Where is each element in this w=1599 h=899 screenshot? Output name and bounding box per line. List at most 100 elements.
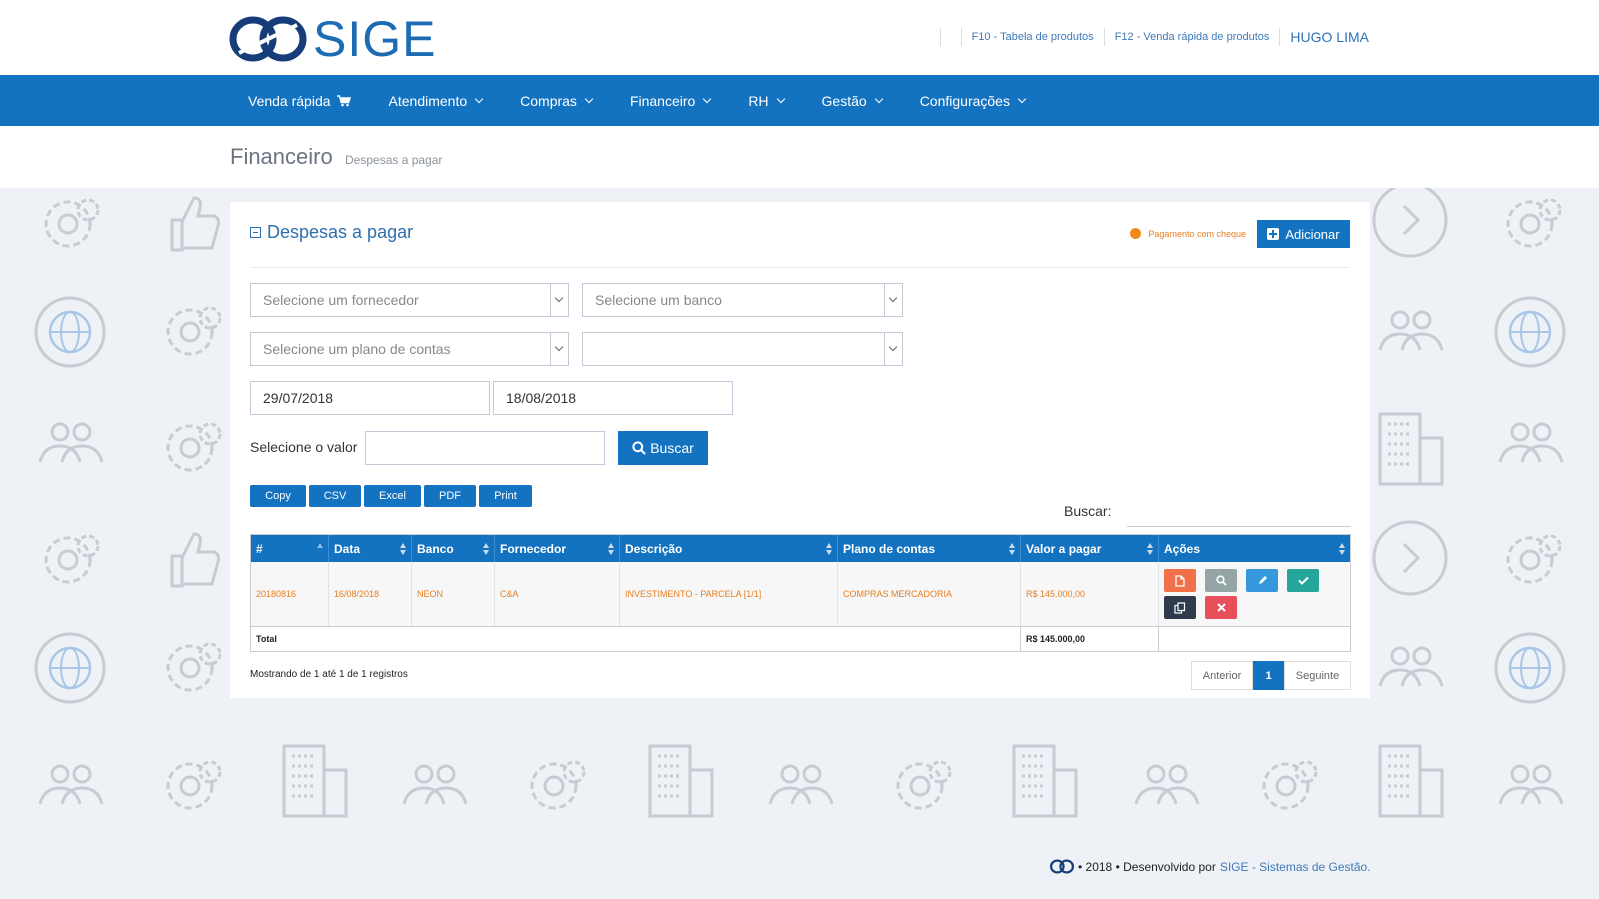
plano-placeholder: Selecione um plano de contas bbox=[263, 341, 451, 357]
panel-header: Despesas a pagar Pagamento com cheque Ad… bbox=[250, 220, 1350, 268]
chevron-down-icon bbox=[884, 333, 902, 365]
plus-icon bbox=[1267, 228, 1280, 240]
nav-venda-rapida[interactable]: Venda rápida bbox=[248, 93, 351, 109]
collapse-icon[interactable] bbox=[250, 227, 261, 238]
cell-valor: R$ 145.000,00 bbox=[1021, 562, 1159, 626]
table-total-row: Total R$ 145.000,00 bbox=[251, 627, 1350, 651]
nav-label: RH bbox=[748, 92, 769, 109]
logo-small-icon bbox=[1049, 859, 1075, 874]
fornecedor-select[interactable]: Selecione um fornecedor bbox=[250, 283, 569, 317]
sort-icon bbox=[826, 543, 833, 555]
edit-button[interactable] bbox=[1246, 569, 1278, 592]
total-empty bbox=[1159, 627, 1350, 651]
col-acoes[interactable]: Ações bbox=[1159, 535, 1350, 562]
sort-asc-icon bbox=[317, 543, 324, 555]
top-header: SIGE F10 - Tabela de produtos F12 - Vend… bbox=[0, 0, 1599, 75]
next-page-button[interactable]: Seguinte bbox=[1284, 661, 1351, 690]
date-from-input[interactable]: 29/07/2018 bbox=[250, 381, 490, 415]
print-button[interactable]: Print bbox=[479, 485, 532, 507]
add-button[interactable]: Adicionar bbox=[1257, 220, 1350, 248]
nav-configuracoes[interactable]: Configurações bbox=[919, 92, 1027, 109]
col-plano[interactable]: Plano de contas bbox=[838, 535, 1021, 562]
col-label: # bbox=[256, 541, 263, 556]
chevron-down-icon bbox=[874, 94, 883, 103]
banco-select[interactable]: Selecione um banco bbox=[582, 283, 903, 317]
chevron-down-icon bbox=[884, 284, 902, 316]
close-icon bbox=[1216, 603, 1226, 612]
main-navbar: Venda rápida Atendimento Compras Finance… bbox=[0, 75, 1599, 126]
cell-acoes bbox=[1159, 562, 1350, 626]
pdf-button[interactable]: PDF bbox=[424, 485, 476, 507]
table-search-label: Buscar: bbox=[1064, 503, 1112, 519]
chevron-down-icon bbox=[550, 284, 568, 316]
sige-logo[interactable]: SIGE bbox=[229, 14, 436, 64]
user-menu[interactable]: HUGO LIMA bbox=[1290, 29, 1369, 45]
chevron-down-icon bbox=[1017, 94, 1027, 103]
divider bbox=[960, 28, 962, 46]
cell-descricao: INVESTIMENTO - PARCELA [1/1] bbox=[620, 562, 838, 626]
prev-page-button[interactable]: Anterior bbox=[1191, 661, 1253, 690]
nav-label: Venda rápida bbox=[248, 92, 331, 109]
nav-atendimento[interactable]: Atendimento bbox=[389, 93, 484, 109]
f10-link[interactable]: F10 - Tabela de produtos bbox=[972, 31, 1094, 43]
col-label: Plano de contas bbox=[843, 541, 936, 556]
sort-icon bbox=[1147, 543, 1154, 555]
col-fornecedor[interactable]: Fornecedor bbox=[495, 535, 620, 562]
legend-label: Pagamento com cheque bbox=[1148, 228, 1246, 239]
confirm-payment-button[interactable] bbox=[1287, 569, 1319, 592]
page-subtitle: Despesas a pagar bbox=[345, 153, 443, 167]
view-button[interactable] bbox=[1205, 569, 1237, 592]
valor-label: Selecione o valor bbox=[250, 439, 358, 455]
col-data[interactable]: Data bbox=[329, 535, 412, 562]
col-label: Banco bbox=[417, 541, 454, 556]
document-button[interactable] bbox=[1164, 569, 1196, 592]
panel-title[interactable]: Despesas a pagar bbox=[250, 222, 413, 243]
logo-text: SIGE bbox=[313, 11, 437, 67]
footer-link[interactable]: SIGE - Sistemas de Gestão. bbox=[1220, 860, 1371, 874]
copy-icon bbox=[1174, 601, 1186, 614]
f12-link[interactable]: F12 - Venda rápida de produtos bbox=[1115, 31, 1270, 43]
nav-compras[interactable]: Compras bbox=[520, 93, 594, 109]
nav-label: Financeiro bbox=[629, 92, 696, 109]
nav-financeiro[interactable]: Financeiro bbox=[629, 92, 712, 109]
magnifier-icon bbox=[1215, 575, 1227, 586]
col-label: Data bbox=[334, 541, 361, 556]
copy-button[interactable]: Copy bbox=[250, 485, 306, 507]
delete-button[interactable] bbox=[1205, 596, 1237, 619]
page-1-button[interactable]: 1 bbox=[1253, 661, 1284, 690]
table-header: # Data Banco Fornecedor Descrição Plano … bbox=[251, 535, 1350, 562]
pagination: Anterior 1 Seguinte bbox=[1191, 661, 1351, 690]
footer-text: • 2018 • Desenvolvido por bbox=[1078, 859, 1216, 874]
table-row: 20180816 16/08/2018 NEON C&A INVESTIMENT… bbox=[251, 562, 1350, 627]
col-valor[interactable]: Valor a pagar bbox=[1021, 535, 1159, 562]
excel-button[interactable]: Excel bbox=[364, 485, 421, 507]
date-to-input[interactable]: 18/08/2018 bbox=[493, 381, 733, 415]
legend-cheque: Pagamento com cheque bbox=[1130, 228, 1246, 239]
chevron-down-icon bbox=[584, 94, 594, 103]
valor-input[interactable] bbox=[365, 431, 605, 465]
top-links: F10 - Tabela de produtos F12 - Venda ráp… bbox=[930, 28, 1369, 46]
col-label: Valor a pagar bbox=[1026, 541, 1102, 556]
table-search-input[interactable] bbox=[1127, 503, 1351, 527]
total-value: R$ 145.000,00 bbox=[1021, 627, 1159, 651]
col-id[interactable]: # bbox=[251, 535, 329, 562]
table-info: Mostrando de 1 até 1 de 1 registros bbox=[250, 669, 408, 680]
status-select[interactable] bbox=[582, 332, 903, 366]
csv-button[interactable]: CSV bbox=[309, 485, 361, 507]
nav-label: Configurações bbox=[919, 92, 1010, 109]
page-title: Financeiro bbox=[230, 144, 333, 169]
col-descricao[interactable]: Descrição bbox=[620, 535, 838, 562]
sort-icon bbox=[608, 543, 615, 555]
panel-title-text: Despesas a pagar bbox=[267, 222, 414, 242]
col-label: Descrição bbox=[625, 541, 683, 556]
duplicate-button[interactable] bbox=[1164, 596, 1196, 619]
chevron-down-icon bbox=[776, 94, 785, 103]
nav-gestao[interactable]: Gestão bbox=[822, 93, 883, 109]
search-button[interactable]: Buscar bbox=[618, 431, 708, 465]
cell-plano: COMPRAS MERCADORIA bbox=[838, 562, 1021, 626]
nav-rh[interactable]: RH bbox=[748, 92, 785, 109]
chevron-down-icon bbox=[474, 94, 484, 103]
col-banco[interactable]: Banco bbox=[412, 535, 495, 562]
footer: • 2018 • Desenvolvido por SIGE - Sistema… bbox=[1049, 859, 1371, 874]
plano-select[interactable]: Selecione um plano de contas bbox=[250, 332, 569, 366]
